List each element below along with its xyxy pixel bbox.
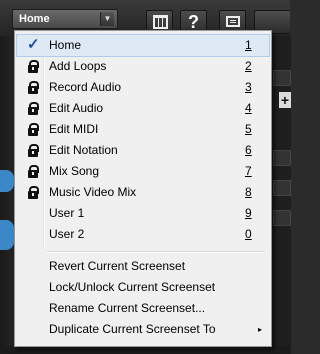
- menu-item-label: Edit Notation: [49, 143, 118, 157]
- menu-item-add-loops[interactable]: Add Loops 2: [17, 56, 269, 77]
- menu-item-music-video-mix[interactable]: Music Video Mix 8: [17, 182, 269, 203]
- menu-item-label: Duplicate Current Screenset To: [49, 322, 216, 336]
- menu-separator: [47, 251, 265, 253]
- lock-icon: [27, 161, 41, 182]
- menu-item-shortcut: 6: [245, 143, 252, 157]
- plus-icon: +: [280, 92, 290, 108]
- menu-item-user-2[interactable]: User 2 0: [17, 224, 269, 245]
- menu-item-shortcut: 4: [245, 101, 252, 115]
- menu-item-revert-screenset[interactable]: Revert Current Screenset: [17, 256, 269, 277]
- menu-item-label: Edit MIDI: [49, 122, 99, 136]
- lock-icon: [27, 182, 41, 203]
- menu-item-mix-song[interactable]: Mix Song 7: [17, 161, 269, 182]
- add-button[interactable]: +: [279, 92, 291, 108]
- lock-icon: [27, 56, 41, 77]
- screenset-dropdown[interactable]: Home ▼: [12, 9, 118, 29]
- menu-item-label: Music Video Mix: [49, 185, 137, 199]
- menu-item-user-1[interactable]: User 1 9: [17, 203, 269, 224]
- menu-item-shortcut: 7: [245, 164, 252, 178]
- lock-icon: [27, 98, 41, 119]
- lock-icon: [27, 140, 41, 161]
- menu-item-shortcut: 5: [245, 122, 252, 136]
- check-icon: ✓: [27, 36, 40, 53]
- menu-item-shortcut: 1: [245, 38, 252, 52]
- menu-item-shortcut: 9: [245, 206, 252, 220]
- menu-item-edit-notation[interactable]: Edit Notation 6: [17, 140, 269, 161]
- audio-waveform: [0, 220, 14, 250]
- chevron-down-icon[interactable]: ▼: [100, 12, 114, 26]
- monitor-icon: [226, 16, 240, 27]
- menu-item-label: Edit Audio: [49, 101, 104, 115]
- panel-tab[interactable]: [273, 70, 291, 86]
- menu-item-duplicate-screenset[interactable]: Duplicate Current Screenset To ▸: [17, 319, 269, 340]
- panel-tab[interactable]: [273, 210, 291, 226]
- screenset-menu: ✓ Home 1 Add Loops 2 Record Audio 3 Edit…: [14, 30, 272, 347]
- menu-item-rename-screenset[interactable]: Rename Current Screenset...: [17, 298, 269, 319]
- panel-tab[interactable]: [273, 180, 291, 196]
- menu-item-shortcut: 0: [245, 227, 252, 241]
- menu-item-record-audio[interactable]: Record Audio 3: [17, 77, 269, 98]
- clapboard-icon: [153, 15, 168, 29]
- lock-icon: [27, 77, 41, 98]
- menu-item-label: Add Loops: [49, 59, 107, 73]
- menu-item-shortcut: 2: [245, 59, 252, 73]
- menu-item-label: User 2: [49, 227, 85, 241]
- menu-item-edit-midi[interactable]: Edit MIDI 5: [17, 119, 269, 140]
- lock-icon: [27, 119, 41, 140]
- menu-item-label: Mix Song: [49, 164, 100, 178]
- menu-item-edit-audio[interactable]: Edit Audio 4: [17, 98, 269, 119]
- menu-item-lock-unlock-screenset[interactable]: Lock/Unlock Current Screenset: [17, 277, 269, 298]
- menu-item-home[interactable]: ✓ Home 1: [16, 34, 270, 57]
- menu-item-label: Lock/Unlock Current Screenset: [49, 280, 216, 294]
- help-icon: ?: [188, 12, 199, 32]
- submenu-arrow-icon: ▸: [258, 325, 263, 334]
- menu-item-label: Revert Current Screenset: [49, 259, 186, 273]
- status-bar: [0, 346, 290, 354]
- menu-item-label: User 1: [49, 206, 85, 220]
- menu-item-label: Record Audio: [49, 80, 122, 94]
- screenset-dropdown-value: Home: [19, 13, 50, 25]
- menu-item-shortcut: 3: [245, 80, 252, 94]
- menu-item-label: Rename Current Screenset...: [49, 301, 206, 315]
- menu-item-shortcut: 8: [245, 185, 252, 199]
- menu-item-label: Home: [49, 38, 82, 52]
- panel-tab[interactable]: [273, 150, 291, 166]
- right-panel-strip: [270, 36, 291, 354]
- audio-waveform: [0, 170, 14, 192]
